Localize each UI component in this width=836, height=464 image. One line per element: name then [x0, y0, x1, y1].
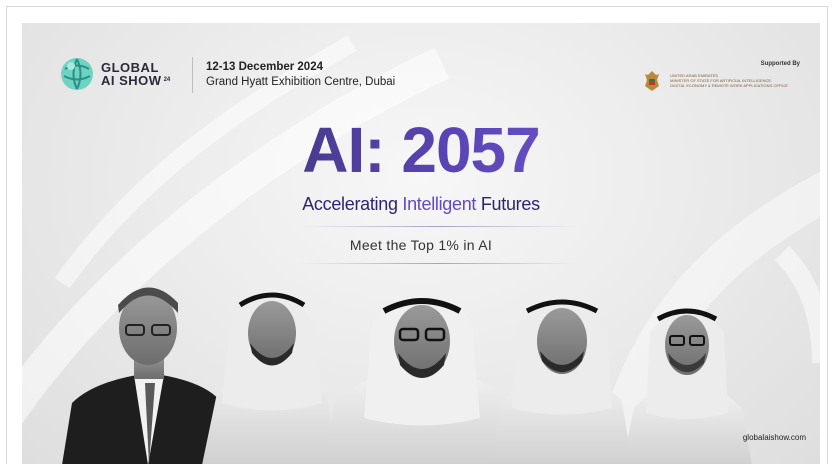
website-url[interactable]: globalaishow.com [743, 433, 806, 442]
speaker-portrait-ghutra-glasses-right-icon [622, 308, 752, 464]
speaker-portrait-suit-icon [62, 287, 232, 464]
speaker-portrait-ghutra-icon [202, 292, 337, 464]
image-frame: GLOBAL AI SHOW 24 12-13 December 2024 Gra… [6, 6, 828, 464]
event-banner[interactable]: GLOBAL AI SHOW 24 12-13 December 2024 Gra… [22, 23, 820, 464]
speaker-portrait-ghutra-second-icon [492, 299, 632, 464]
speaker-lineup [62, 287, 752, 464]
speaker-portrait-ghutra-glasses-center-icon [322, 290, 522, 464]
